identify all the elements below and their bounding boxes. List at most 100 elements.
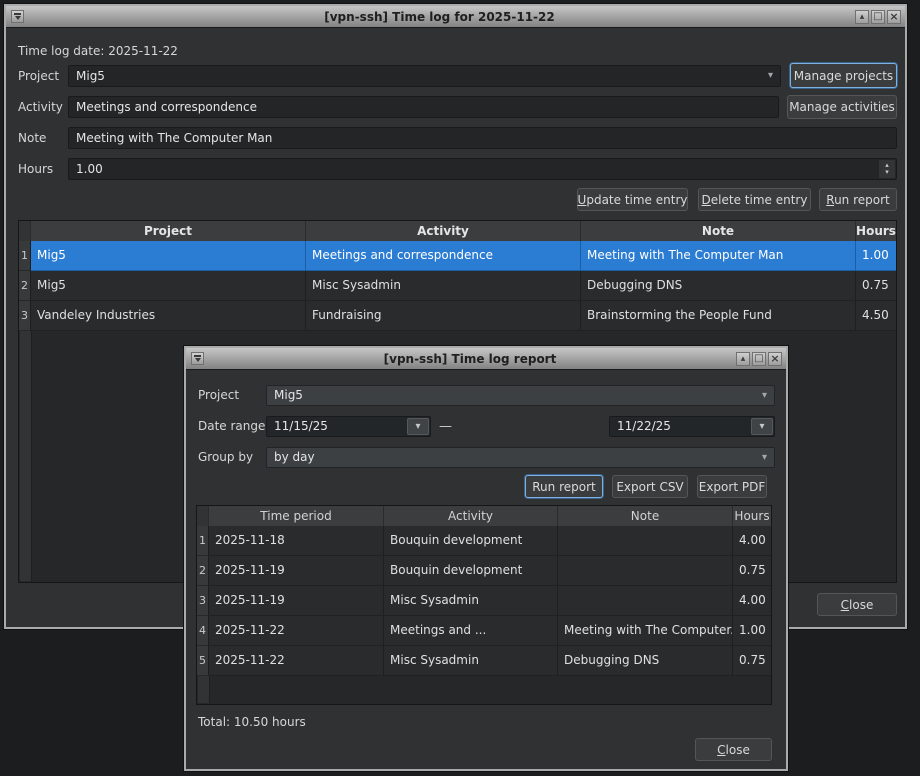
cell-project[interactable]: Vandeley Industries xyxy=(31,301,306,331)
table-row[interactable]: 2 Mig5 Misc Sysadmin Debugging DNS 0.75 xyxy=(19,271,896,301)
cell-activity[interactable]: Misc Sysadmin xyxy=(306,271,581,301)
cell-project[interactable]: Mig5 xyxy=(31,271,306,301)
manage-projects-button[interactable]: Manage projects xyxy=(790,63,897,88)
maximize-icon[interactable]: □ xyxy=(752,352,766,366)
cell-activity[interactable]: Bouquin development xyxy=(384,526,558,556)
cell-note[interactable]: Debugging DNS xyxy=(581,271,856,301)
cell-activity[interactable]: Bouquin development xyxy=(384,556,558,586)
activity-input-value: Meetings and correspondence xyxy=(76,100,257,114)
row-number: 2 xyxy=(197,556,209,586)
dialog-project-combobox[interactable]: Mig5 ▾ xyxy=(266,385,775,406)
cell-note[interactable]: Debugging DNS xyxy=(558,646,733,676)
cell-hours[interactable]: 0.75 xyxy=(733,646,771,676)
cell-activity[interactable]: Fundraising xyxy=(306,301,581,331)
activity-label: Activity xyxy=(18,96,63,118)
dialog-close-button[interactable]: Close xyxy=(695,738,772,761)
corner-header-cell xyxy=(19,221,31,241)
table-row[interactable]: 1 Mig5 Meetings and correspondence Meeti… xyxy=(19,241,896,271)
cell-hours[interactable]: 1.00 xyxy=(733,616,771,646)
cell-hours[interactable]: 0.75 xyxy=(856,271,896,301)
cell-period[interactable]: 2025-11-22 xyxy=(209,646,384,676)
dialog-run-report-button[interactable]: Run report xyxy=(525,475,603,498)
group-by-label: Group by xyxy=(198,447,253,468)
table-header: Project Activity Note Hours xyxy=(19,221,896,241)
date-start-picker[interactable]: 11/15/25 ▾ xyxy=(266,416,431,437)
dialog-title: [vpn-ssh] Time log report xyxy=(204,352,736,366)
cell-note[interactable]: Meeting with The Computer... xyxy=(558,616,733,646)
close-icon[interactable]: × xyxy=(768,352,782,366)
report-row[interactable]: 2 2025-11-19 Bouquin development 0.75 xyxy=(197,556,771,586)
report-row[interactable]: 4 2025-11-22 Meetings and ... Meeting wi… xyxy=(197,616,771,646)
main-close-button[interactable]: Close xyxy=(817,593,897,616)
date-range-label: Date range xyxy=(198,416,265,437)
report-row[interactable]: 3 2025-11-19 Misc Sysadmin 4.00 xyxy=(197,586,771,616)
report-dialog: [vpn-ssh] Time log report ▴ □ × Project … xyxy=(184,346,788,771)
column-header-hours: Hours xyxy=(733,506,771,526)
window-menu-icon[interactable] xyxy=(191,352,204,365)
run-report-button[interactable]: Run report xyxy=(819,188,897,211)
date-range-separator: — xyxy=(439,416,452,437)
update-time-entry-button[interactable]: Update time entry xyxy=(577,188,688,211)
row-number: 4 xyxy=(197,616,209,646)
close-icon[interactable]: × xyxy=(887,10,901,24)
dialog-project-value: Mig5 xyxy=(274,388,303,402)
cell-note[interactable] xyxy=(558,526,733,556)
cell-activity[interactable]: Meetings and ... xyxy=(384,616,558,646)
report-row[interactable]: 1 2025-11-18 Bouquin development 4.00 xyxy=(197,526,771,556)
calendar-dropdown-icon[interactable]: ▾ xyxy=(751,418,773,435)
cell-period[interactable]: 2025-11-22 xyxy=(209,616,384,646)
cell-period[interactable]: 2025-11-19 xyxy=(209,586,384,616)
cell-project[interactable]: Mig5 xyxy=(31,241,306,271)
table-row[interactable]: 3 Vandeley Industries Fundraising Brains… xyxy=(19,301,896,331)
corner-header-cell xyxy=(197,506,209,526)
row-header-strip xyxy=(198,676,210,703)
group-by-combobox[interactable]: by day ▾ xyxy=(266,447,775,468)
note-input[interactable]: Meeting with The Computer Man xyxy=(68,127,897,149)
project-combobox-value: Mig5 xyxy=(76,69,105,83)
shade-icon[interactable]: ▴ xyxy=(736,352,750,366)
maximize-icon[interactable]: □ xyxy=(871,10,885,24)
chevron-down-icon: ▾ xyxy=(768,66,773,86)
main-titlebar[interactable]: [vpn-ssh] Time log for 2025-11-22 ▴ □ × xyxy=(6,6,905,28)
main-window-title: [vpn-ssh] Time log for 2025-11-22 xyxy=(24,10,855,24)
report-row[interactable]: 5 2025-11-22 Misc Sysadmin Debugging DNS… xyxy=(197,646,771,676)
total-hours-label: Total: 10.50 hours xyxy=(198,711,306,733)
spin-down-icon[interactable]: ▾ xyxy=(885,169,889,176)
cell-note[interactable] xyxy=(558,556,733,586)
note-input-value: Meeting with The Computer Man xyxy=(76,131,272,145)
column-header-note: Note xyxy=(581,221,856,241)
row-number: 1 xyxy=(197,526,209,556)
group-by-value: by day xyxy=(274,450,315,464)
project-combobox[interactable]: Mig5 ▾ xyxy=(68,65,781,87)
date-end-picker[interactable]: 11/22/25 ▾ xyxy=(609,416,775,437)
export-pdf-button[interactable]: Export PDF xyxy=(697,475,767,498)
hours-spinbox[interactable]: 1.00 ▴ ▾ xyxy=(68,158,897,180)
cell-note[interactable]: Meeting with The Computer Man xyxy=(581,241,856,271)
cell-period[interactable]: 2025-11-18 xyxy=(209,526,384,556)
cell-period[interactable]: 2025-11-19 xyxy=(209,556,384,586)
row-number: 3 xyxy=(197,586,209,616)
dialog-titlebar[interactable]: [vpn-ssh] Time log report ▴ □ × xyxy=(186,348,786,370)
cell-note[interactable]: Brainstorming the People Fund xyxy=(581,301,856,331)
activity-input[interactable]: Meetings and correspondence xyxy=(68,96,779,118)
chevron-down-icon: ▾ xyxy=(762,386,767,405)
cell-hours[interactable]: 4.50 xyxy=(856,301,896,331)
calendar-dropdown-icon[interactable]: ▾ xyxy=(407,418,429,435)
cell-activity[interactable]: Misc Sysadmin xyxy=(384,646,558,676)
cell-hours[interactable]: 4.00 xyxy=(733,586,771,616)
spinner-arrows[interactable]: ▴ ▾ xyxy=(879,160,895,178)
manage-activities-button[interactable]: Manage activities xyxy=(787,95,897,119)
export-csv-button[interactable]: Export CSV xyxy=(612,475,688,498)
cell-hours[interactable]: 4.00 xyxy=(733,526,771,556)
cell-activity[interactable]: Meetings and correspondence xyxy=(306,241,581,271)
shade-icon[interactable]: ▴ xyxy=(855,10,869,24)
window-menu-icon[interactable] xyxy=(11,10,24,23)
project-label: Project xyxy=(18,65,59,87)
row-number: 2 xyxy=(19,271,31,301)
cell-note[interactable] xyxy=(558,586,733,616)
cell-activity[interactable]: Misc Sysadmin xyxy=(384,586,558,616)
delete-time-entry-button[interactable]: Delete time entry xyxy=(698,188,811,211)
column-header-activity: Activity xyxy=(384,506,558,526)
cell-hours[interactable]: 1.00 xyxy=(856,241,896,271)
cell-hours[interactable]: 0.75 xyxy=(733,556,771,586)
